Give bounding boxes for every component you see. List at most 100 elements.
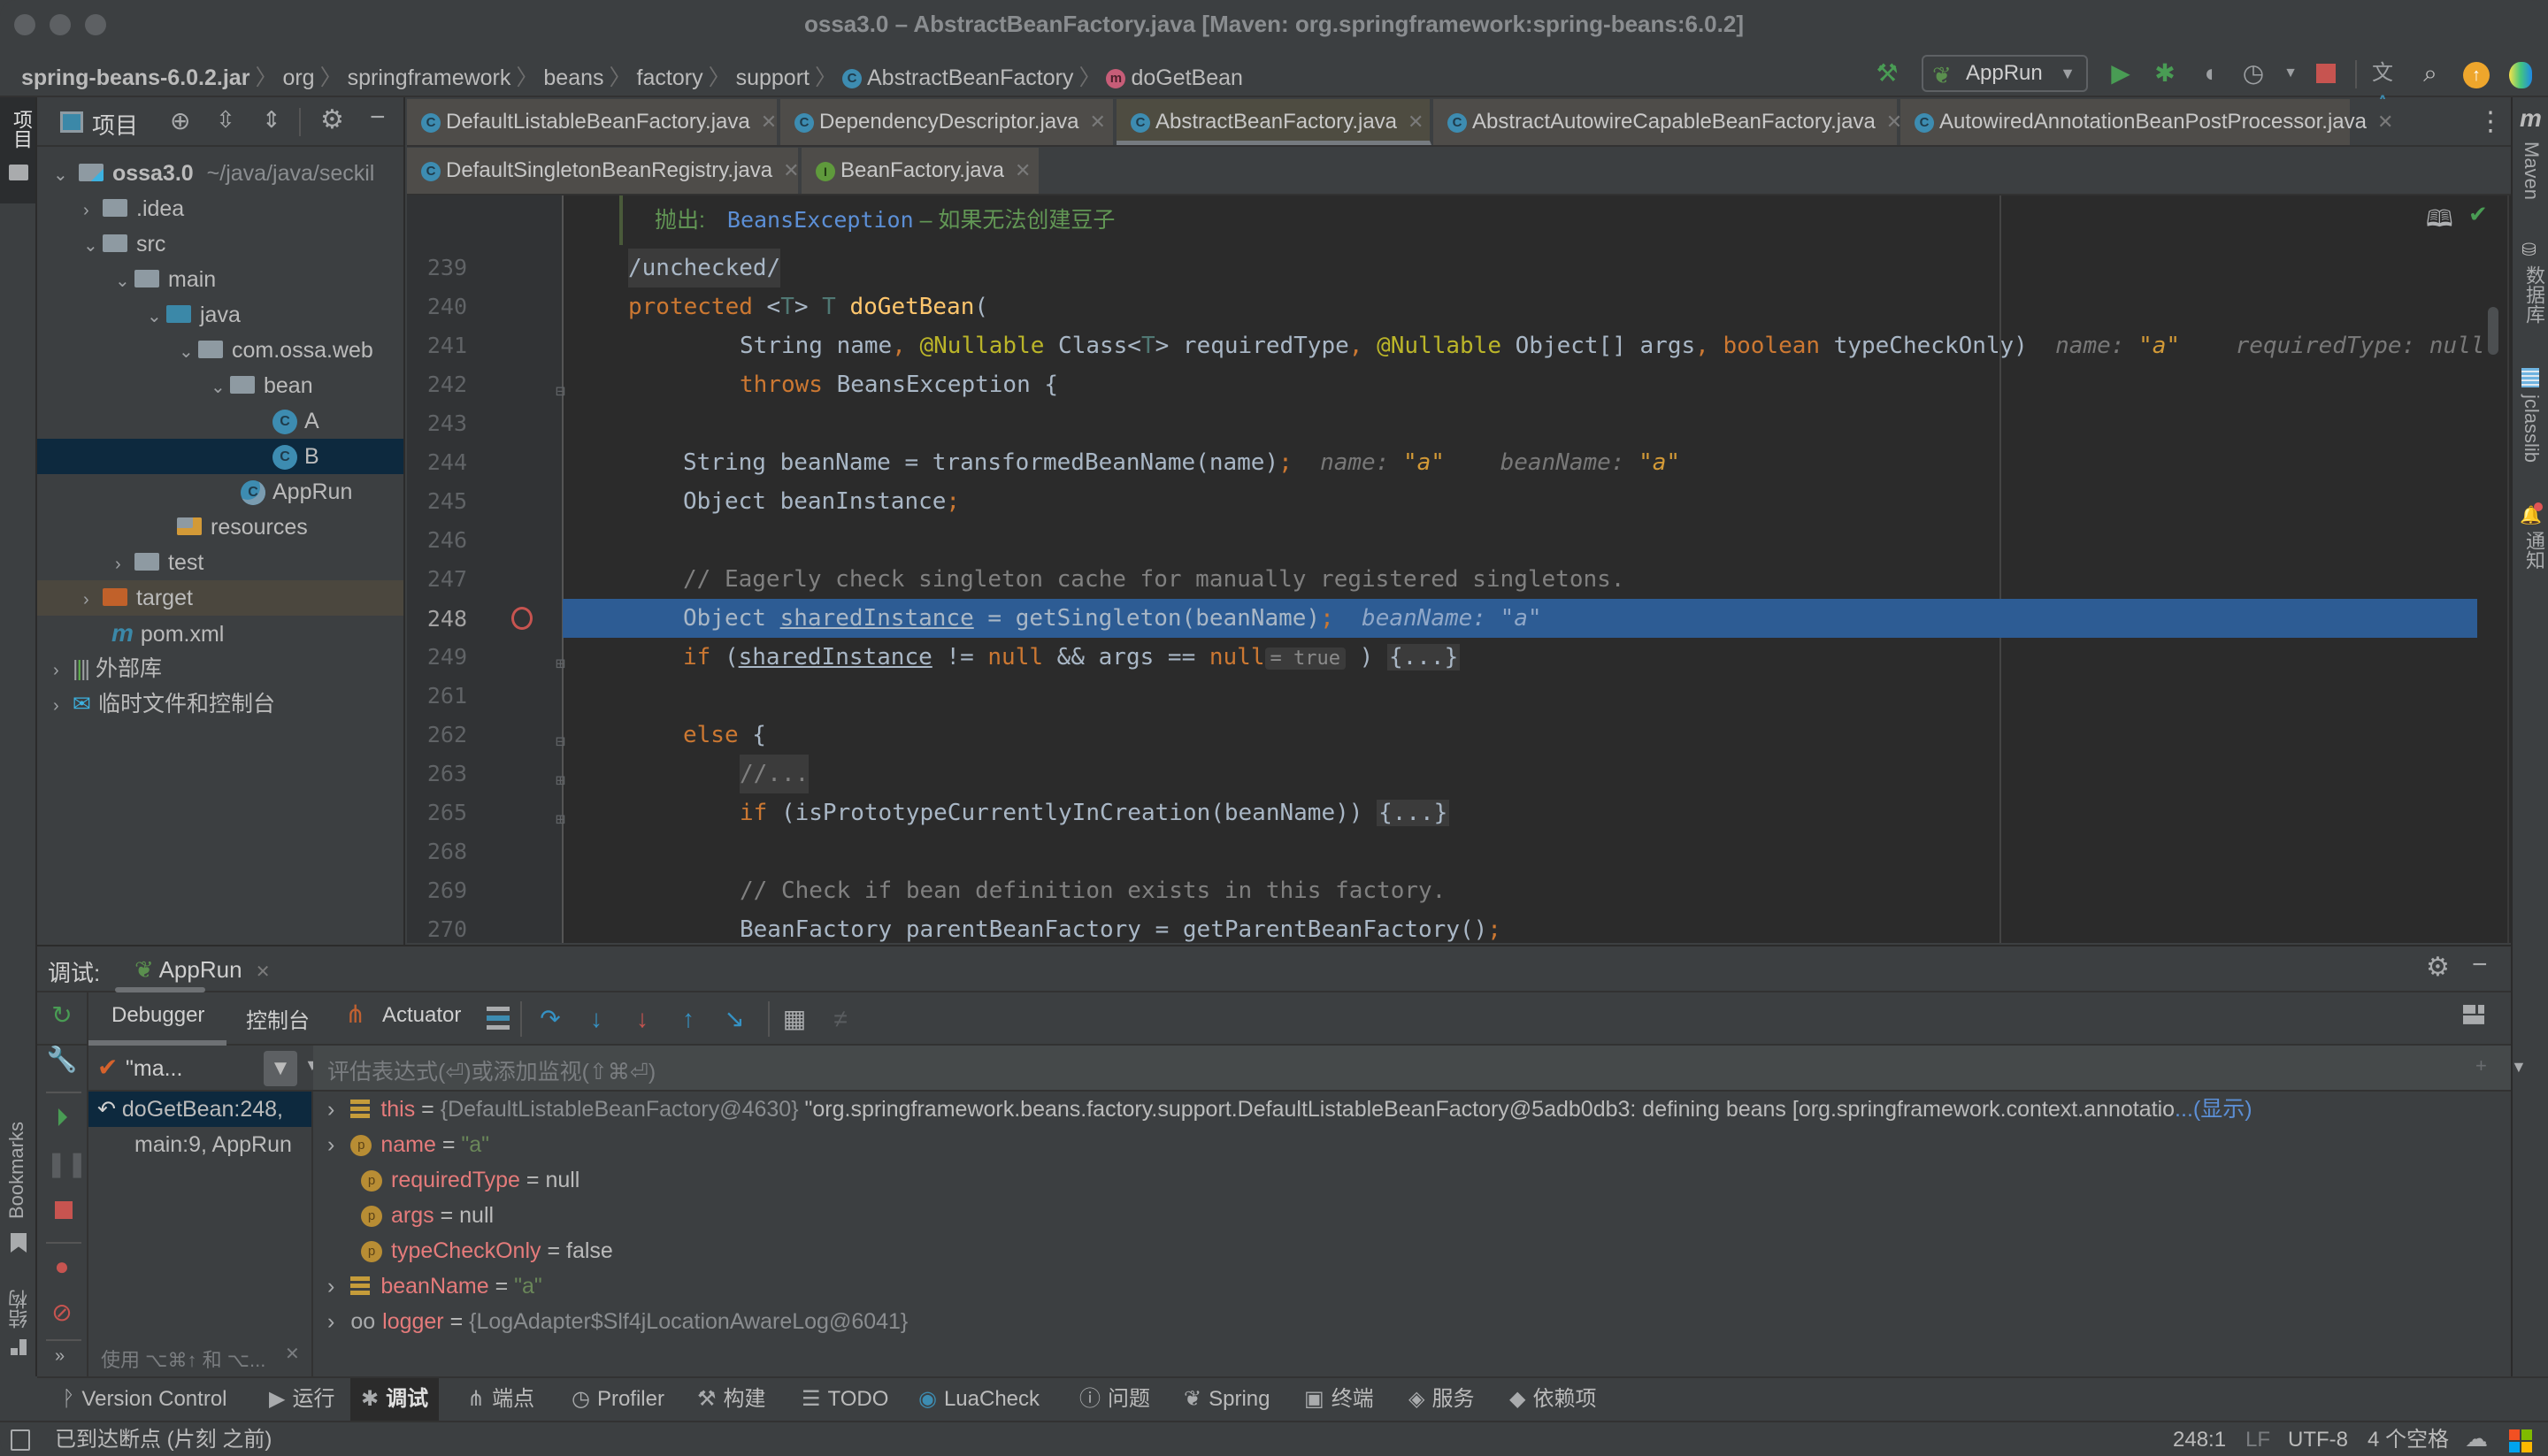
tab-console[interactable]: 控制台 — [246, 1003, 310, 1034]
tree-item-module[interactable]: ⌄ ossa3.0 ~/java/java/seckil — [37, 156, 403, 191]
tree-item-excluded-folder[interactable]: › target — [37, 580, 403, 616]
tree-item-source-folder[interactable]: ⌄ java — [37, 297, 403, 333]
step-into-icon[interactable]: ↓ — [580, 1003, 612, 1035]
rerun-icon[interactable]: ↻ — [46, 1000, 78, 1031]
chevron-right-icon[interactable]: › — [327, 1309, 334, 1334]
tool-debug[interactable]: ✱ 调试 — [350, 1378, 440, 1421]
close-icon[interactable]: ✕ — [256, 962, 271, 982]
step-out-icon[interactable]: ↑ — [672, 1003, 704, 1035]
code-editor[interactable]: 抛出: BeansException – 如果无法创建豆子 🕮 ✔ 239/un… — [407, 195, 2511, 943]
tool-version-control[interactable]: ᚹ Version Control — [62, 1378, 227, 1421]
more-icon[interactable]: » — [55, 1346, 65, 1367]
tool-dependencies[interactable]: ◆ 依赖项 — [1509, 1378, 1596, 1421]
breadcrumb-item[interactable]: beans — [543, 65, 603, 90]
tree-item-class[interactable]: C AppRun — [37, 474, 403, 510]
tree-item-package[interactable]: ⌄ com.ossa.web — [37, 333, 403, 368]
resume-icon[interactable]: ⏵ — [46, 1102, 78, 1134]
variable-row[interactable]: › beanName = "a" — [327, 1268, 542, 1304]
gear-icon[interactable]: ⚙ — [2426, 952, 2450, 983]
breadcrumb-item[interactable]: support — [736, 65, 810, 90]
folded-region[interactable]: {...} — [1377, 800, 1450, 826]
tab-abstract-autowire-capable-bean-factory[interactable]: C AbstractAutowireCapableBeanFactory.java… — [1433, 99, 1902, 145]
variable-row[interactable]: › this = {DefaultListableBeanFactory@4630… — [327, 1092, 2511, 1127]
show-more-link[interactable]: ...(显示) — [2175, 1097, 2253, 1122]
coverage-icon[interactable]: ◖ — [2194, 58, 2224, 88]
database-tool-button[interactable]: 数据库 — [2520, 265, 2548, 324]
gear-icon[interactable]: ⚙ — [320, 104, 344, 135]
update-icon[interactable]: ↑ — [2463, 62, 2490, 88]
evaluate-expression-field[interactable]: 评估表达式(⏎)或添加监视(⇧⌘⏎) + ▼ — [313, 1046, 2527, 1092]
breadcrumb-item[interactable]: factory — [637, 65, 703, 90]
tab-dependency-descriptor[interactable]: C DependencyDescriptor.java ✕ — [780, 99, 1115, 145]
view-breakpoints-icon[interactable]: ● — [46, 1251, 78, 1283]
notifications-tool-button[interactable]: 通知 — [2520, 531, 2548, 570]
close-icon[interactable]: ✕ — [2377, 111, 2393, 133]
tool-profiler[interactable]: ◷ Profiler — [572, 1378, 664, 1421]
tool-endpoints[interactable]: ⋔ 端点 — [467, 1378, 534, 1421]
profile-icon[interactable]: ◷ — [2238, 58, 2268, 88]
tab-bean-factory[interactable]: I BeanFactory.java ✕ — [802, 148, 1040, 194]
tree-item-folder[interactable]: ⌄ src — [37, 226, 403, 262]
tree-item-class[interactable]: CA — [37, 403, 403, 439]
project-tool-button[interactable]: 项目 — [0, 97, 35, 203]
tree-item-folder[interactable]: ⌄ main — [37, 262, 403, 297]
tab-autowired-annotation-bean-post-processor[interactable]: C AutowiredAnnotationBeanPostProcessor.ja… — [1900, 99, 2393, 145]
toolbox-icon[interactable] — [2509, 62, 2532, 88]
breadcrumb-item[interactable]: spring-beans-6.0.2.jar — [21, 65, 249, 90]
tool-todo[interactable]: ☰ TODO — [802, 1378, 888, 1421]
breadcrumb-item[interactable]: AbstractBeanFactory — [867, 65, 1073, 90]
tree-item-class-selected[interactable]: CB — [37, 439, 403, 474]
run-to-cursor-icon[interactable]: ↘ — [718, 1003, 750, 1035]
structure-tool-button[interactable]: 结构 — [5, 1290, 34, 1329]
folded-comment[interactable]: //... — [740, 755, 810, 793]
frame-item-selected[interactable]: ↶ doGetBean:248, — [88, 1092, 311, 1127]
javadoc-throws-type[interactable]: BeansException — [727, 207, 914, 233]
collapse-all-icon[interactable]: ⇕ — [262, 106, 281, 134]
tab-default-listable-bean-factory[interactable]: C DefaultListableBeanFactory.java ✕ — [407, 99, 779, 145]
close-icon[interactable]: ✕ — [761, 111, 777, 133]
chevron-down-icon[interactable]: ▼ — [2511, 1058, 2527, 1077]
tree-item-package[interactable]: ⌄ bean — [37, 368, 403, 403]
tab-actuator[interactable]: Actuator — [382, 1003, 461, 1028]
line-separator[interactable]: LF — [2245, 1426, 2270, 1454]
tab-debugger[interactable]: Debugger — [111, 1003, 204, 1028]
filter-icon[interactable]: ▼ — [264, 1051, 297, 1086]
chevron-right-icon[interactable]: › — [327, 1097, 334, 1122]
status-message[interactable]: 已到达断点 (片刻 之前) — [55, 1426, 272, 1454]
bookmarks-tool-button[interactable]: Bookmarks — [5, 1122, 28, 1219]
tool-services[interactable]: ◈ 服务 — [1408, 1378, 1474, 1421]
tool-terminal[interactable]: ▣ 终端 — [1304, 1378, 1374, 1421]
stop-icon[interactable] — [55, 1201, 73, 1219]
mute-breakpoints-icon[interactable]: ⊘ — [46, 1297, 78, 1329]
debug-icon[interactable]: ✱ — [2150, 58, 2180, 88]
search-icon[interactable]: ⌕ — [2415, 58, 2445, 88]
toggle-tool-windows-icon[interactable] — [11, 1429, 30, 1451]
frame-item[interactable]: main:9, AppRun — [88, 1127, 311, 1162]
breadcrumb-item[interactable]: org — [282, 65, 314, 90]
translate-icon[interactable]: 文A — [2368, 58, 2398, 115]
tree-item-folder[interactable]: › test — [37, 545, 403, 580]
indent-setting[interactable]: 4 个空格 — [2368, 1426, 2449, 1454]
breadcrumb-item[interactable]: springframework — [348, 65, 511, 90]
cloud-settings-icon[interactable]: ☁ — [2465, 1424, 2488, 1452]
jclasslib-tool-button[interactable]: jclasslib — [2520, 395, 2543, 463]
minimize-panel-icon[interactable]: − — [2472, 950, 2488, 980]
close-icon[interactable]: ✕ — [1015, 159, 1031, 181]
more-tabs-icon[interactable]: ⋮ — [2477, 106, 2504, 137]
show-execution-point-icon[interactable] — [487, 1007, 510, 1030]
evaluate-expression-icon[interactable]: ▦ — [779, 1003, 810, 1035]
caret-position[interactable]: 248:1 — [2173, 1426, 2226, 1454]
close-icon[interactable]: ✕ — [285, 1343, 300, 1365]
debug-session-tab[interactable]: ❦ AppRun ✕ — [134, 952, 271, 987]
minimize-panel-icon[interactable]: − — [370, 103, 386, 133]
variable-row[interactable]: › oo logger = {LogAdapter$Slf4jLocationAwa… — [327, 1304, 908, 1339]
chevron-right-icon[interactable]: › — [327, 1274, 334, 1299]
chevron-down-icon[interactable]: ▼ — [2276, 58, 2306, 88]
thread-dropdown[interactable]: "ma... — [126, 1056, 182, 1082]
force-step-into-icon[interactable]: ↓ — [626, 1003, 658, 1035]
variable-row[interactable]: p typeCheckOnly = false — [361, 1233, 613, 1268]
variable-row[interactable]: p args = null — [361, 1198, 494, 1233]
locate-icon[interactable]: ⊕ — [170, 106, 190, 135]
close-icon[interactable]: ✕ — [783, 159, 799, 181]
file-encoding[interactable]: UTF-8 — [2288, 1426, 2348, 1454]
